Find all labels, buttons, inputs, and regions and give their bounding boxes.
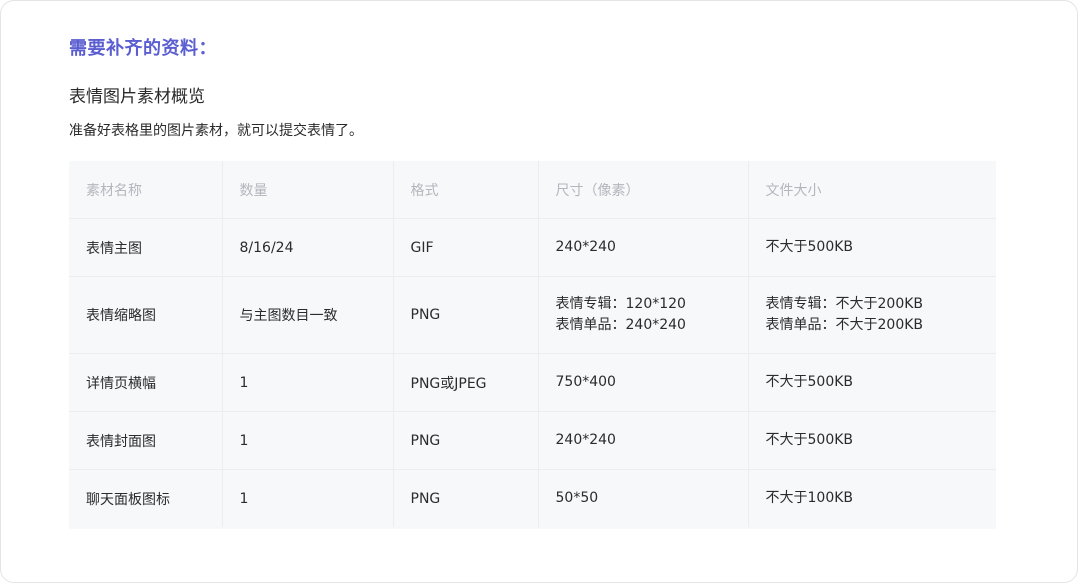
cell-name: 表情主图 xyxy=(69,218,223,277)
cell-format: PNG xyxy=(393,411,539,470)
filesize-line: 不大于500KB xyxy=(765,374,854,390)
cell-name: 聊天面板图标 xyxy=(69,469,223,527)
subtitle: 表情图片素材概览 xyxy=(69,87,205,107)
cell-filesize: 不大于500KB xyxy=(748,411,996,470)
cell-count: 与主图数目一致 xyxy=(222,276,394,354)
filesize-line: 表情单品：不大于200KB xyxy=(765,317,924,333)
header-count: 数量 xyxy=(222,161,394,219)
filesize-line: 不大于500KB xyxy=(765,239,854,255)
cell-name: 详情页横幅 xyxy=(69,353,223,412)
header-filesize: 文件大小 xyxy=(748,161,996,219)
filesize-line: 不大于100KB xyxy=(765,490,854,506)
size-line: 50*50 xyxy=(555,490,599,506)
table-row: 表情封面图 1 PNG 240*240 不大于500KB xyxy=(69,411,996,470)
header-format: 格式 xyxy=(393,161,539,219)
size-line: 表情专辑：120*120 xyxy=(555,296,686,312)
cell-filesize: 表情专辑：不大于200KB 表情单品：不大于200KB xyxy=(748,276,996,354)
cell-count: 1 xyxy=(222,353,394,412)
cell-format: PNG xyxy=(393,469,539,527)
cell-size: 750*400 xyxy=(538,353,749,412)
cell-format: GIF xyxy=(393,218,539,277)
cell-filesize: 不大于500KB xyxy=(748,353,996,412)
size-line: 表情单品：240*240 xyxy=(555,317,686,333)
section-title: 需要补齐的资料： xyxy=(69,38,217,59)
cell-filesize: 不大于100KB xyxy=(748,470,996,528)
cell-size: 240*240 xyxy=(538,411,749,470)
cell-count: 8/16/24 xyxy=(222,218,394,277)
materials-table: 素材名称 数量 格式 尺寸（像素） 文件大小 表情主图 8/16/24 GIF … xyxy=(69,161,996,527)
header-name: 素材名称 xyxy=(69,161,223,219)
cell-format: PNG xyxy=(393,276,539,354)
materials-table-container: 素材名称 数量 格式 尺寸（像素） 文件大小 表情主图 8/16/24 GIF … xyxy=(69,161,996,529)
cell-name: 表情缩略图 xyxy=(69,276,223,354)
cell-size: 50*50 xyxy=(538,469,749,527)
size-line: 240*240 xyxy=(555,239,616,255)
filesize-line: 表情专辑：不大于200KB xyxy=(765,296,924,312)
header-size: 尺寸（像素） xyxy=(538,161,749,219)
table-header-row: 素材名称 数量 格式 尺寸（像素） 文件大小 xyxy=(69,161,996,219)
cell-filesize: 不大于500KB xyxy=(748,218,996,277)
size-line: 750*400 xyxy=(555,374,616,390)
cell-count: 1 xyxy=(222,411,394,470)
table-row: 表情主图 8/16/24 GIF 240*240 不大于500KB xyxy=(69,218,996,277)
table-row: 表情缩略图 与主图数目一致 PNG 表情专辑：120*120 表情单品：240*… xyxy=(69,276,996,354)
table-row: 详情页横幅 1 PNG或JPEG 750*400 不大于500KB xyxy=(69,353,996,412)
filesize-line: 不大于500KB xyxy=(765,432,854,448)
description: 准备好表格里的图片素材，就可以提交表情了。 xyxy=(69,123,363,139)
cell-size: 240*240 xyxy=(538,218,749,277)
cell-size: 表情专辑：120*120 表情单品：240*240 xyxy=(538,276,749,354)
cell-count: 1 xyxy=(222,469,394,527)
cell-name: 表情封面图 xyxy=(69,411,223,470)
size-line: 240*240 xyxy=(555,432,616,448)
cell-format: PNG或JPEG xyxy=(393,353,539,412)
table-row: 聊天面板图标 1 PNG 50*50 不大于100KB xyxy=(69,469,996,528)
content-card: 需要补齐的资料： 表情图片素材概览 准备好表格里的图片素材，就可以提交表情了。 … xyxy=(0,0,1078,583)
